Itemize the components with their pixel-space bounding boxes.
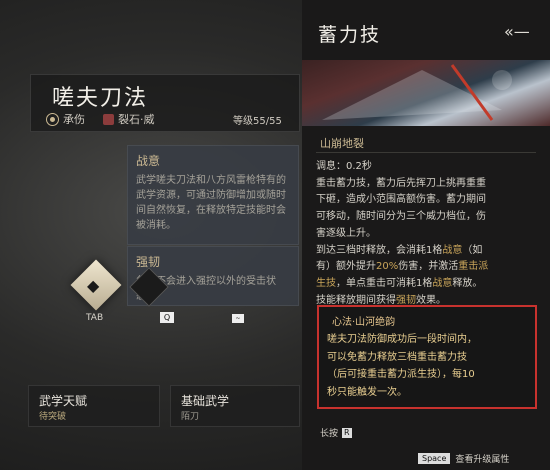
description-line: 重击蓄力技，蓄力后先挥刀上挑再重重 [316, 177, 486, 189]
mindset-line: （后可接重击蓄力派生技），每10 [327, 369, 475, 381]
skill-name: 山崩地裂 [320, 137, 364, 150]
longpress-label: 长按 [320, 429, 339, 439]
longpress-hint: 长按 R [320, 426, 352, 439]
card-title: 武学天赋 [39, 394, 88, 408]
description-line: 有）额外提升20%伤害，并激活重击派 [316, 261, 489, 273]
skill-level: 等级55/55 [233, 116, 282, 127]
description-line: 下砸，造成小范围高额伤害。蓄力期间 [316, 194, 486, 206]
card-talent[interactable]: 武学天赋 待突破 [28, 385, 160, 427]
attr-tank: 承伤 [63, 113, 85, 126]
key-q-label: Q [160, 312, 174, 323]
mindset-line: 秒只能触发一次。 [327, 386, 407, 398]
mask-icon: ◆ [87, 276, 100, 295]
card-title: 基础武学 [181, 394, 230, 408]
mindset-title: 心法·山河绝韵 [332, 317, 396, 328]
tooltip-heading: 强韧 [136, 255, 161, 269]
key-tab-label: TAB [86, 313, 104, 323]
skill-attributes: 承伤 裂石·威 [46, 111, 155, 127]
banner-art [322, 64, 512, 121]
mindset-line: 嗟夫刀法防御成功后一段时间内， [327, 334, 477, 345]
mindset-line: 可以免蓄力释放三档重击蓄力技 [327, 351, 467, 363]
upgrade-hint[interactable]: Space 查看升级属性 [418, 452, 509, 465]
shield-icon [46, 112, 59, 126]
stone-icon [103, 113, 114, 125]
attr-stone: 裂石·威 [118, 113, 155, 126]
skill-title: 嗟夫刀法 [52, 86, 149, 111]
mindset-description: 嗟夫刀法防御成功后一段时间内， 可以免蓄力释放三档重击蓄力技 （后可接重击蓄力派生技… [327, 331, 533, 401]
divider [316, 152, 536, 153]
card-basic[interactable]: 基础武学 陌刀 [170, 385, 300, 427]
key-space: Space [418, 453, 451, 464]
panel-title: 蓄力技 [318, 24, 382, 46]
description-line: 调息：0.2秒 [316, 161, 372, 172]
back-arrow-icon[interactable]: «— [504, 22, 530, 41]
tooltip-battle-spirit: 战意 武学嗟夫刀法和八方风雷枪特有的武学资源，可通过防御增加或随时间自然恢复，在… [127, 145, 299, 245]
skill-banner-image [302, 60, 550, 126]
upgrade-label: 查看升级属性 [455, 455, 510, 465]
key-tilde-label: ~ [232, 314, 244, 323]
description-line: 生技，单点重击可消耗1格战意释放。 [316, 277, 483, 289]
skill-description: 调息：0.2秒重击蓄力技，蓄力后先挥刀上挑再重重 下砸，造成小范围高额伤害。蓄力期… [316, 159, 538, 309]
tooltip-heading: 战意 [136, 154, 161, 168]
description-line: 到达三档时释放，会消耗1格战意（如 [316, 244, 483, 256]
card-subtitle: 陌刀 [181, 412, 200, 422]
description-line: 害逐级上升。 [316, 227, 376, 239]
tooltip-body: 武学嗟夫刀法和八方风雷枪特有的武学资源，可通过防御增加或随时间自然恢复，在释放特… [136, 175, 286, 231]
key-r: R [342, 427, 352, 438]
card-subtitle: 待突破 [39, 412, 67, 422]
description-line: 可移动，随时间分为三个威力档位，伤 [316, 211, 486, 223]
